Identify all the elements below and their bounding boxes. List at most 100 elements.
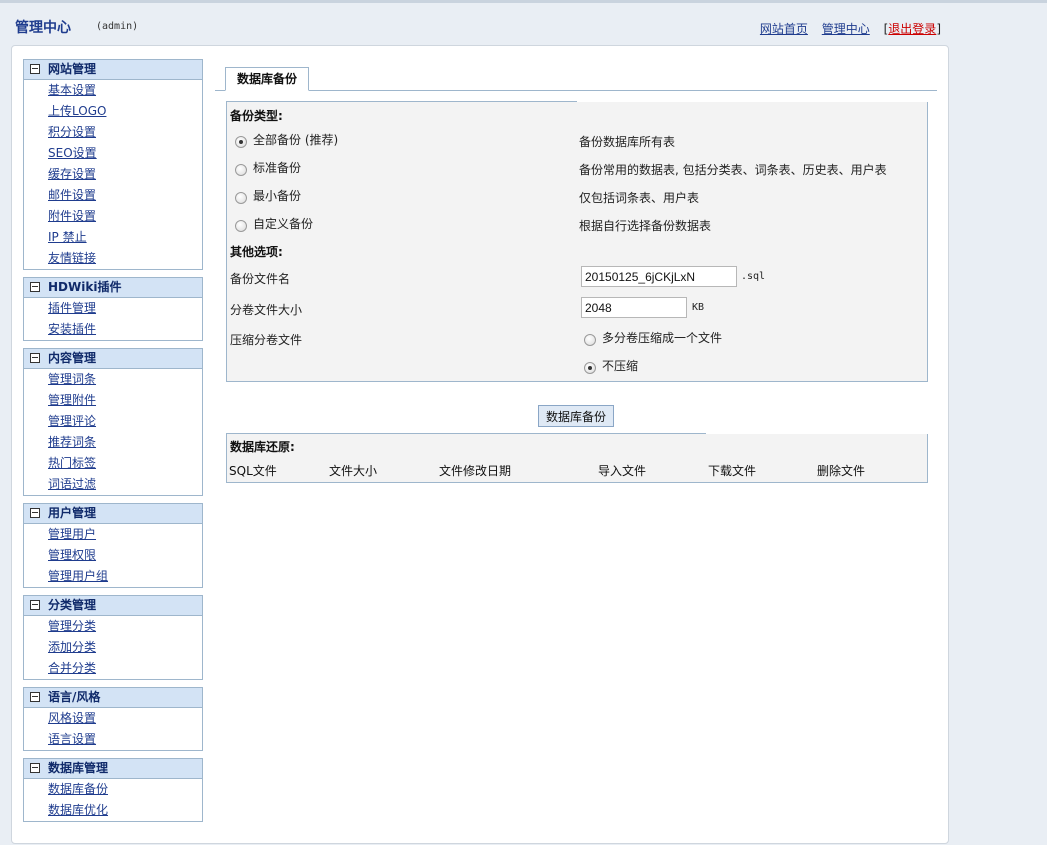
radio-no-compress[interactable] <box>584 362 596 374</box>
sidebar-item: 管理权限 <box>24 545 202 566</box>
radio-standard-backup[interactable] <box>235 164 247 176</box>
collapse-icon[interactable] <box>30 762 40 773</box>
radio-compress-multi[interactable] <box>584 334 596 346</box>
panel-top-gap <box>577 101 928 102</box>
sidebar-item: 热门标签 <box>24 453 202 474</box>
menu-group-title: 语言/风格 <box>48 690 101 704</box>
sidebar-link[interactable]: 词语过滤 <box>48 477 96 491</box>
compress-multi-label: 多分卷压缩成一个文件 <box>602 331 723 345</box>
collapse-icon[interactable] <box>30 281 40 292</box>
other-options-label: 其他选项: <box>230 245 283 259</box>
sidebar-item: 安装插件 <box>24 319 202 340</box>
sidebar-link[interactable]: 邮件设置 <box>48 188 96 202</box>
sidebar-item: 风格设置 <box>24 708 202 729</box>
menu-group-header[interactable]: 用户管理 <box>24 504 202 524</box>
menu-group-header[interactable]: 分类管理 <box>24 596 202 616</box>
sidebar-link[interactable]: 管理权限 <box>48 548 96 562</box>
radio-minimal-backup[interactable] <box>235 192 247 204</box>
logout-link[interactable]: 退出登录 <box>888 22 936 36</box>
logout-bracket-close: ] <box>936 22 941 36</box>
radio-full-backup[interactable] <box>235 136 247 148</box>
sidebar-link[interactable]: 推荐词条 <box>48 435 96 449</box>
sidebar-item: 合并分类 <box>24 658 202 679</box>
site-home-link[interactable]: 网站首页 <box>760 22 808 36</box>
collapse-icon[interactable] <box>30 507 40 518</box>
sidebar-item: IP 禁止 <box>24 227 202 248</box>
sidebar-link[interactable]: 数据库备份 <box>48 782 108 796</box>
menu-group-header[interactable]: HDWiki插件 <box>24 278 202 298</box>
filename-extension: .sql <box>741 271 766 282</box>
database-backup-button[interactable]: 数据库备份 <box>538 405 614 427</box>
sidebar-item: 管理用户 <box>24 524 202 545</box>
sidebar-link[interactable]: 友情链接 <box>48 251 96 265</box>
admin-center-link[interactable]: 管理中心 <box>822 22 870 36</box>
sidebar-link[interactable]: 附件设置 <box>48 209 96 223</box>
sidebar-link[interactable]: 基本设置 <box>48 83 96 97</box>
sidebar-link[interactable]: 插件管理 <box>48 301 96 315</box>
collapse-icon[interactable] <box>30 63 40 74</box>
menu-group-title: HDWiki插件 <box>48 280 122 294</box>
sidebar-item: 管理词条 <box>24 369 202 390</box>
filename-label: 备份文件名 <box>230 272 291 286</box>
restore-panel: 数据库还原: SQL文件 文件大小 文件修改日期 导入文件 下载文件 删除文件 <box>226 433 928 483</box>
menu-group-header[interactable]: 内容管理 <box>24 349 202 369</box>
menu-group-title: 分类管理 <box>48 598 97 612</box>
menu-group-title: 数据库管理 <box>48 761 109 775</box>
sidebar-item: SEO设置 <box>24 143 202 164</box>
menu-group: 数据库管理数据库备份数据库优化 <box>23 758 203 822</box>
sidebar-item: 管理评论 <box>24 411 202 432</box>
collapse-icon[interactable] <box>30 352 40 363</box>
sidebar-item: 邮件设置 <box>24 185 202 206</box>
sidebar-link[interactable]: 上传LOGO <box>48 104 106 118</box>
menu-group-title: 用户管理 <box>48 506 97 520</box>
sidebar-item: 管理附件 <box>24 390 202 411</box>
col-delete-file: 删除文件 <box>817 464 866 478</box>
sidebar-link[interactable]: 管理分类 <box>48 619 96 633</box>
menu-group: 用户管理管理用户管理权限管理用户组 <box>23 503 203 588</box>
sidebar-link[interactable]: 语言设置 <box>48 732 96 746</box>
sidebar-link[interactable]: 积分设置 <box>48 125 96 139</box>
sidebar-link[interactable]: 热门标签 <box>48 456 96 470</box>
sidebar-link[interactable]: 管理词条 <box>48 372 96 386</box>
sidebar-link[interactable]: IP 禁止 <box>48 230 87 244</box>
option-full-backup-desc: 备份数据库所有表 <box>579 135 676 149</box>
sidebar-link[interactable]: 管理用户 <box>48 527 96 541</box>
logout-wrapper: [退出登录] <box>884 22 941 36</box>
sidebar-link[interactable]: 合并分类 <box>48 661 96 675</box>
sidebar-link[interactable]: 风格设置 <box>48 711 96 725</box>
sidebar-item: 缓存设置 <box>24 164 202 185</box>
filename-input[interactable] <box>581 266 737 287</box>
col-modified-date: 文件修改日期 <box>439 464 512 478</box>
sidebar-link[interactable]: 添加分类 <box>48 640 96 654</box>
sidebar-item: 词语过滤 <box>24 474 202 495</box>
sidebar-link[interactable]: 安装插件 <box>48 322 96 336</box>
menu-group-header[interactable]: 数据库管理 <box>24 759 202 779</box>
sidebar-link[interactable]: 管理用户组 <box>48 569 108 583</box>
sidebar-item: 上传LOGO <box>24 101 202 122</box>
menu-group-title: 内容管理 <box>48 351 97 365</box>
sidebar-link[interactable]: 数据库优化 <box>48 803 108 817</box>
menu-group-header[interactable]: 语言/风格 <box>24 688 202 708</box>
collapse-icon[interactable] <box>30 691 40 702</box>
sidebar-item: 语言设置 <box>24 729 202 750</box>
sidebar-item: 插件管理 <box>24 298 202 319</box>
sidebar: 网站管理基本设置上传LOGO 积分设置 SEO设置缓存设置邮件设置附件设置 IP 禁止… <box>23 59 203 829</box>
sidebar-item: 数据库备份 <box>24 779 202 800</box>
collapse-icon[interactable] <box>30 599 40 610</box>
sidebar-link[interactable]: SEO设置 <box>48 146 97 160</box>
option-minimal-backup-label: 最小备份 <box>253 189 302 203</box>
menu-group-header[interactable]: 网站管理 <box>24 60 202 80</box>
menu-group: HDWiki插件 插件管理安装插件 <box>23 277 203 341</box>
volume-size-input[interactable] <box>581 297 687 318</box>
tab-database-backup[interactable]: 数据库备份 <box>225 67 310 91</box>
sidebar-link[interactable]: 缓存设置 <box>48 167 96 181</box>
option-full-backup-label: 全部备份 (推荐) <box>253 133 339 147</box>
radio-custom-backup[interactable] <box>235 220 247 232</box>
sidebar-link[interactable]: 管理附件 <box>48 393 96 407</box>
backup-type-label: 备份类型: <box>230 109 283 123</box>
menu-group: 内容管理管理词条管理附件管理评论推荐词条热门标签词语过滤 <box>23 348 203 496</box>
option-minimal-backup-desc: 仅包括词条表、用户表 <box>579 191 700 205</box>
option-custom-backup-label: 自定义备份 <box>253 217 314 231</box>
sidebar-link[interactable]: 管理评论 <box>48 414 96 428</box>
option-custom-backup-desc: 根据自行选择备份数据表 <box>579 219 712 233</box>
